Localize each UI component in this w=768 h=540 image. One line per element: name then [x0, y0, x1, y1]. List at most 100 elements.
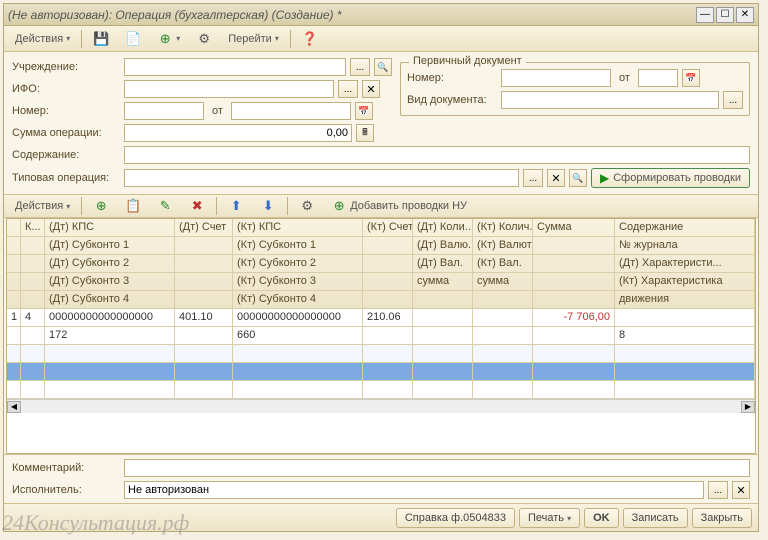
maximize-button[interactable]: ☐: [716, 7, 734, 23]
actions-menu[interactable]: Действия▾: [8, 29, 77, 49]
sum-input[interactable]: [124, 124, 352, 142]
grid-actions-menu[interactable]: Действия▾: [8, 196, 77, 216]
close-button-footer[interactable]: Закрыть: [692, 508, 752, 528]
number-input[interactable]: [124, 102, 204, 120]
pd-type-label: Вид документа:: [407, 94, 497, 106]
ifo-clear-button[interactable]: ✕: [362, 80, 380, 98]
tool-button-1[interactable]: 📄: [118, 29, 148, 49]
typical-input[interactable]: [124, 169, 519, 187]
typical-lookup-button[interactable]: ...: [523, 169, 543, 187]
close-button[interactable]: ✕: [736, 7, 754, 23]
org-label: Учреждение:: [12, 61, 120, 73]
date-input[interactable]: [231, 102, 351, 120]
plus-green-icon: ⊕: [331, 198, 347, 214]
org-input[interactable]: [124, 58, 346, 76]
table-row[interactable]: [7, 345, 755, 363]
grid-toolbar: Действия▾ ⊕ 📋 ✎ ✖ ⬆ ⬇ ⚙ ⊕Добавить провод…: [4, 194, 758, 218]
tool-button-3[interactable]: ⚙: [189, 29, 219, 49]
copy-icon: 📋: [125, 198, 141, 214]
sum-calc-button[interactable]: 🖩: [356, 124, 374, 142]
typical-label: Типовая операция:: [12, 172, 120, 184]
add-icon: ⊕: [157, 31, 173, 47]
help-button[interactable]: ❓: [295, 29, 325, 49]
help-icon: ❓: [302, 31, 318, 47]
save-icon-button[interactable]: 💾: [86, 29, 116, 49]
floppy-icon: 💾: [93, 31, 109, 47]
date-calendar-button[interactable]: 📅: [355, 102, 373, 120]
ifo-input[interactable]: [124, 80, 334, 98]
executor-lookup-button[interactable]: ...: [708, 481, 728, 499]
play-icon: ▶: [600, 171, 609, 185]
org-lookup-button[interactable]: ...: [350, 58, 370, 76]
hdr-dt-acc[interactable]: (Дт) Счет: [175, 219, 233, 236]
number-label: Номер:: [12, 105, 120, 117]
horizontal-scrollbar[interactable]: ◀ ▶: [7, 399, 755, 413]
tool-button-2[interactable]: ⊕▾: [150, 29, 187, 49]
pd-number-input[interactable]: [501, 69, 611, 87]
minimize-button[interactable]: —: [696, 7, 714, 23]
grid-copy-button[interactable]: 📋: [118, 196, 148, 216]
footer: Справка ф.0504833 Печать ▾ OK Записать З…: [4, 503, 758, 531]
grid-header: К... (Дт) КПС (Дт) Счет (Кт) КПС (Кт) Сч…: [7, 219, 755, 309]
scroll-left-button[interactable]: ◀: [7, 401, 21, 413]
executor-label: Исполнитель:: [12, 484, 120, 496]
hdr-kt-qty[interactable]: (Кт) Колич...: [473, 219, 533, 236]
ref-button[interactable]: Справка ф.0504833: [396, 508, 515, 528]
ok-button[interactable]: OK: [584, 508, 619, 528]
content-input[interactable]: [124, 146, 750, 164]
grid-add-nu-button[interactable]: ⊕Добавить проводки НУ: [324, 196, 474, 216]
typical-clear-button[interactable]: ✕: [547, 169, 565, 187]
hdr-dt-kps[interactable]: (Дт) КПС: [45, 219, 175, 236]
comment-input[interactable]: [124, 459, 750, 477]
form-area: Учреждение: ... 🔍 ИФО: ... ✕ Номер: от: [4, 52, 758, 194]
pd-number-label: Номер:: [407, 72, 497, 84]
primary-doc-fieldset: Первичный документ Номер: от 📅 Вид докум…: [400, 62, 750, 116]
config-icon: ⚙: [196, 31, 212, 47]
save-button[interactable]: Записать: [623, 508, 688, 528]
hdr-blank: [7, 219, 21, 236]
plus-icon: ⊕: [93, 198, 109, 214]
pd-from-label: от: [615, 72, 634, 84]
ifo-label: ИФО:: [12, 83, 120, 95]
titlebar: (Не авторизован): Операция (бухгалтерска…: [4, 4, 758, 26]
table-row[interactable]: 1 4 00000000000000000 401.10 00000000000…: [7, 309, 755, 327]
table-row[interactable]: [7, 381, 755, 399]
window-title: (Не авторизован): Операция (бухгалтерска…: [8, 8, 694, 22]
hdr-kt-kps[interactable]: (Кт) КПС: [233, 219, 363, 236]
hdr-kt-acc[interactable]: (Кт) Счет: [363, 219, 413, 236]
pd-type-input[interactable]: [501, 91, 719, 109]
executor-clear-button[interactable]: ✕: [732, 481, 750, 499]
arrow-up-icon: ⬆: [228, 198, 244, 214]
pd-date-input[interactable]: [638, 69, 678, 87]
grid: К... (Дт) КПС (Дт) Счет (Кт) КПС (Кт) Сч…: [6, 218, 756, 454]
scroll-right-button[interactable]: ▶: [741, 401, 755, 413]
grid-tool-button[interactable]: ⚙: [292, 196, 322, 216]
delete-icon: ✖: [189, 198, 205, 214]
pd-date-calendar-button[interactable]: 📅: [682, 69, 700, 87]
ifo-lookup-button[interactable]: ...: [338, 80, 358, 98]
grid-down-button[interactable]: ⬇: [253, 196, 283, 216]
grid-delete-button[interactable]: ✖: [182, 196, 212, 216]
grid-add-button[interactable]: ⊕: [86, 196, 116, 216]
bottom-form: Комментарий: Исполнитель: ... ✕: [4, 454, 758, 503]
org-search-button[interactable]: 🔍: [374, 58, 392, 76]
pd-type-lookup-button[interactable]: ...: [723, 91, 743, 109]
main-toolbar: Действия▾ 💾 📄 ⊕▾ ⚙ Перейти▾ ❓: [4, 26, 758, 52]
typical-search-button[interactable]: 🔍: [569, 169, 587, 187]
hdr-content[interactable]: Содержание: [615, 219, 755, 236]
arrow-down-icon: ⬇: [260, 198, 276, 214]
gear-icon: ⚙: [299, 198, 315, 214]
form-postings-button[interactable]: ▶ Сформировать проводки: [591, 168, 750, 188]
grid-edit-button[interactable]: ✎: [150, 196, 180, 216]
executor-input[interactable]: [124, 481, 704, 499]
table-row[interactable]: 172 660 8: [7, 327, 755, 345]
table-row-selected[interactable]: [7, 363, 755, 381]
hdr-sum[interactable]: Сумма: [533, 219, 615, 236]
print-button[interactable]: Печать ▾: [519, 508, 580, 528]
hdr-k[interactable]: К...: [21, 219, 45, 236]
content-label: Содержание:: [12, 149, 120, 161]
grid-up-button[interactable]: ⬆: [221, 196, 251, 216]
goto-menu[interactable]: Перейти▾: [221, 29, 286, 49]
hdr-dt-qty[interactable]: (Дт) Коли...: [413, 219, 473, 236]
comment-label: Комментарий:: [12, 462, 120, 474]
